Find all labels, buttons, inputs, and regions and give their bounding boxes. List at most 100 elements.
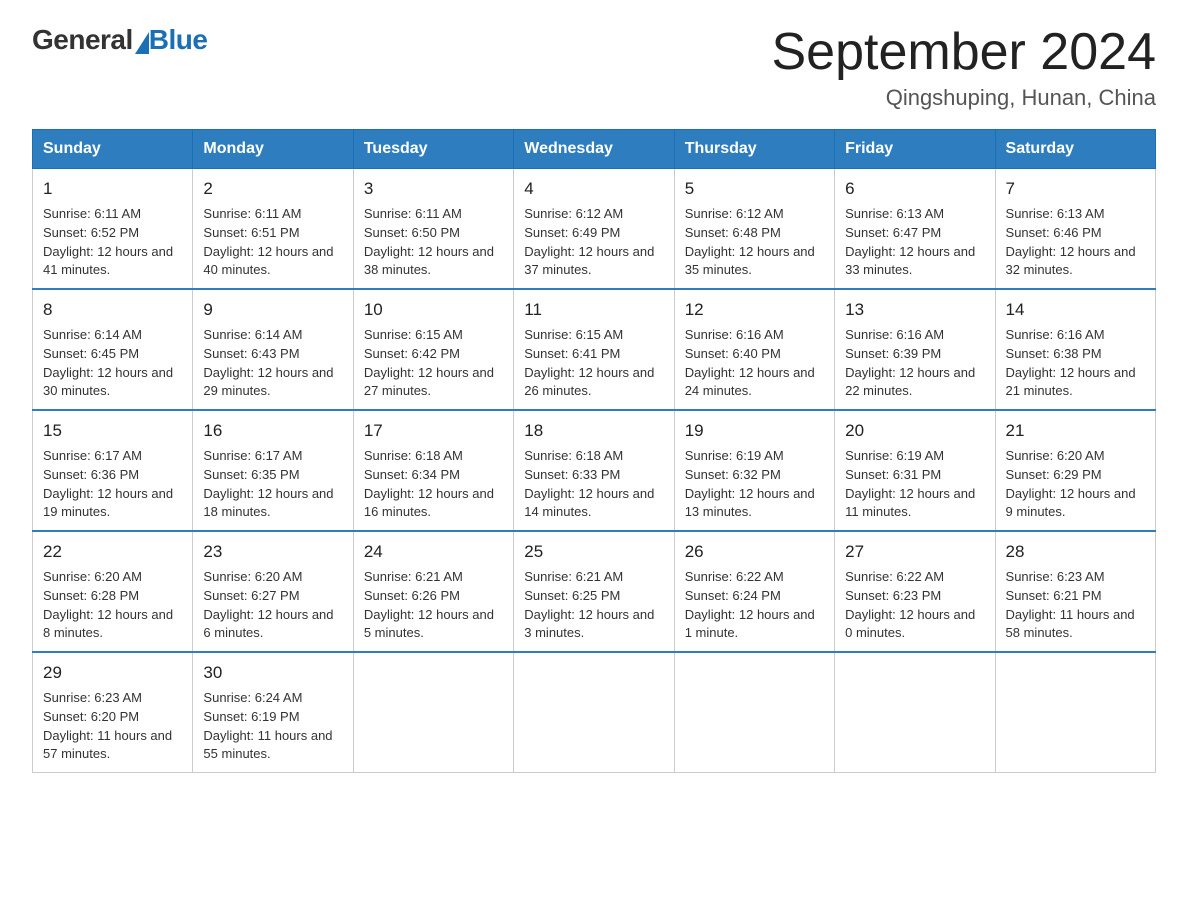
day-number: 17 [364,419,503,444]
calendar-day-cell: 14Sunrise: 6:16 AMSunset: 6:38 PMDayligh… [995,289,1155,410]
day-info: Sunrise: 6:15 AMSunset: 6:42 PMDaylight:… [364,326,503,401]
calendar-day-cell: 21 Sunrise: 6:20 AMSunset: 6:29 PMDayligh… [995,410,1155,531]
calendar-day-cell: 1 Sunrise: 6:11 AMSunset: 6:52 PMDaylight… [33,169,193,290]
day-number: 30 [203,661,342,686]
calendar-day-cell: 3 Sunrise: 6:11 AMSunset: 6:50 PMDaylight… [353,169,513,290]
day-info: Sunrise: 6:18 AMSunset: 6:34 PMDaylight:… [364,447,503,522]
logo-triangle-icon [135,32,149,54]
day-number: 19 [685,419,824,444]
day-info: Sunrise: 6:21 AMSunset: 6:25 PMDaylight:… [524,568,663,643]
calendar-day-cell: 5 Sunrise: 6:12 AMSunset: 6:48 PMDaylight… [674,169,834,290]
logo-blue-text: Blue [149,24,208,56]
day-info: Sunrise: 6:19 AMSunset: 6:32 PMDaylight:… [685,447,824,522]
day-number: 11 [524,298,663,323]
day-info: Sunrise: 6:16 AMSunset: 6:40 PMDaylight:… [685,326,824,401]
day-number: 21 [1006,419,1145,444]
calendar-day-cell: 28 Sunrise: 6:23 AMSunset: 6:21 PMDayligh… [995,531,1155,652]
day-info: Sunrise: 6:16 AMSunset: 6:38 PMDaylight:… [1006,326,1145,401]
day-number: 5 [685,177,824,202]
day-number: 22 [43,540,182,565]
day-info: Sunrise: 6:12 AMSunset: 6:49 PMDaylight:… [524,205,663,280]
calendar-day-cell: 26Sunrise: 6:22 AMSunset: 6:24 PMDayligh… [674,531,834,652]
weekday-header-saturday: Saturday [995,130,1155,169]
calendar-day-cell: 22 Sunrise: 6:20 AMSunset: 6:28 PMDayligh… [33,531,193,652]
calendar-day-cell: 11 Sunrise: 6:15 AMSunset: 6:41 PMDayligh… [514,289,674,410]
day-info: Sunrise: 6:17 AMSunset: 6:35 PMDaylight:… [203,447,342,522]
calendar-day-cell: 12Sunrise: 6:16 AMSunset: 6:40 PMDayligh… [674,289,834,410]
day-number: 10 [364,298,503,323]
calendar-day-cell: 2 Sunrise: 6:11 AMSunset: 6:51 PMDaylight… [193,169,353,290]
logo: General Blue [32,24,207,56]
calendar-day-cell: 8 Sunrise: 6:14 AMSunset: 6:45 PMDaylight… [33,289,193,410]
day-info: Sunrise: 6:20 AMSunset: 6:27 PMDaylight:… [203,568,342,643]
day-number: 27 [845,540,984,565]
day-info: Sunrise: 6:22 AMSunset: 6:23 PMDaylight:… [845,568,984,643]
day-info: Sunrise: 6:11 AMSunset: 6:51 PMDaylight:… [203,205,342,280]
calendar-day-cell: 25 Sunrise: 6:21 AMSunset: 6:25 PMDayligh… [514,531,674,652]
weekday-header-tuesday: Tuesday [353,130,513,169]
calendar-day-cell: 27 Sunrise: 6:22 AMSunset: 6:23 PMDayligh… [835,531,995,652]
day-number: 15 [43,419,182,444]
calendar-day-cell: 6 Sunrise: 6:13 AMSunset: 6:47 PMDaylight… [835,169,995,290]
logo-general-text: General [32,24,133,56]
day-number: 3 [364,177,503,202]
calendar-day-cell: 20 Sunrise: 6:19 AMSunset: 6:31 PMDayligh… [835,410,995,531]
calendar-week-row: 15 Sunrise: 6:17 AMSunset: 6:36 PMDayligh… [33,410,1156,531]
calendar-day-cell [674,652,834,773]
day-number: 16 [203,419,342,444]
day-info: Sunrise: 6:13 AMSunset: 6:47 PMDaylight:… [845,205,984,280]
page-header: General Blue September 2024 Qingshuping,… [32,24,1156,111]
calendar-day-cell: 9Sunrise: 6:14 AMSunset: 6:43 PMDaylight… [193,289,353,410]
day-info: Sunrise: 6:15 AMSunset: 6:41 PMDaylight:… [524,326,663,401]
calendar-day-cell: 7Sunrise: 6:13 AMSunset: 6:46 PMDaylight… [995,169,1155,290]
calendar-day-cell [835,652,995,773]
calendar-day-cell: 15 Sunrise: 6:17 AMSunset: 6:36 PMDayligh… [33,410,193,531]
day-info: Sunrise: 6:24 AMSunset: 6:19 PMDaylight:… [203,689,342,764]
day-number: 25 [524,540,663,565]
day-number: 26 [685,540,824,565]
calendar-table: SundayMondayTuesdayWednesdayThursdayFrid… [32,129,1156,773]
calendar-day-cell: 30 Sunrise: 6:24 AMSunset: 6:19 PMDayligh… [193,652,353,773]
calendar-day-cell: 10 Sunrise: 6:15 AMSunset: 6:42 PMDayligh… [353,289,513,410]
weekday-header-sunday: Sunday [33,130,193,169]
day-info: Sunrise: 6:21 AMSunset: 6:26 PMDaylight:… [364,568,503,643]
day-info: Sunrise: 6:12 AMSunset: 6:48 PMDaylight:… [685,205,824,280]
day-info: Sunrise: 6:19 AMSunset: 6:31 PMDaylight:… [845,447,984,522]
weekday-header-thursday: Thursday [674,130,834,169]
day-number: 23 [203,540,342,565]
day-info: Sunrise: 6:11 AMSunset: 6:52 PMDaylight:… [43,205,182,280]
day-info: Sunrise: 6:23 AMSunset: 6:21 PMDaylight:… [1006,568,1145,643]
day-number: 20 [845,419,984,444]
day-number: 24 [364,540,503,565]
calendar-week-row: 1 Sunrise: 6:11 AMSunset: 6:52 PMDaylight… [33,169,1156,290]
calendar-title: September 2024 [772,24,1157,81]
day-number: 4 [524,177,663,202]
day-info: Sunrise: 6:14 AMSunset: 6:45 PMDaylight:… [43,326,182,401]
calendar-day-cell: 29Sunrise: 6:23 AMSunset: 6:20 PMDayligh… [33,652,193,773]
calendar-week-row: 8 Sunrise: 6:14 AMSunset: 6:45 PMDaylight… [33,289,1156,410]
day-number: 7 [1006,177,1145,202]
calendar-day-cell: 16 Sunrise: 6:17 AMSunset: 6:35 PMDayligh… [193,410,353,531]
day-number: 18 [524,419,663,444]
calendar-day-cell: 23 Sunrise: 6:20 AMSunset: 6:27 PMDayligh… [193,531,353,652]
day-number: 6 [845,177,984,202]
day-info: Sunrise: 6:11 AMSunset: 6:50 PMDaylight:… [364,205,503,280]
day-number: 8 [43,298,182,323]
calendar-week-row: 22 Sunrise: 6:20 AMSunset: 6:28 PMDayligh… [33,531,1156,652]
calendar-day-cell: 18Sunrise: 6:18 AMSunset: 6:33 PMDayligh… [514,410,674,531]
title-area: September 2024 Qingshuping, Hunan, China [772,24,1157,111]
day-info: Sunrise: 6:17 AMSunset: 6:36 PMDaylight:… [43,447,182,522]
calendar-day-cell [353,652,513,773]
weekday-header-row: SundayMondayTuesdayWednesdayThursdayFrid… [33,130,1156,169]
weekday-header-friday: Friday [835,130,995,169]
weekday-header-monday: Monday [193,130,353,169]
day-number: 28 [1006,540,1145,565]
logo-blue-part: Blue [133,24,208,56]
day-info: Sunrise: 6:20 AMSunset: 6:29 PMDaylight:… [1006,447,1145,522]
day-number: 1 [43,177,182,202]
calendar-day-cell [514,652,674,773]
day-info: Sunrise: 6:20 AMSunset: 6:28 PMDaylight:… [43,568,182,643]
day-info: Sunrise: 6:23 AMSunset: 6:20 PMDaylight:… [43,689,182,764]
calendar-day-cell: 17 Sunrise: 6:18 AMSunset: 6:34 PMDayligh… [353,410,513,531]
day-number: 2 [203,177,342,202]
